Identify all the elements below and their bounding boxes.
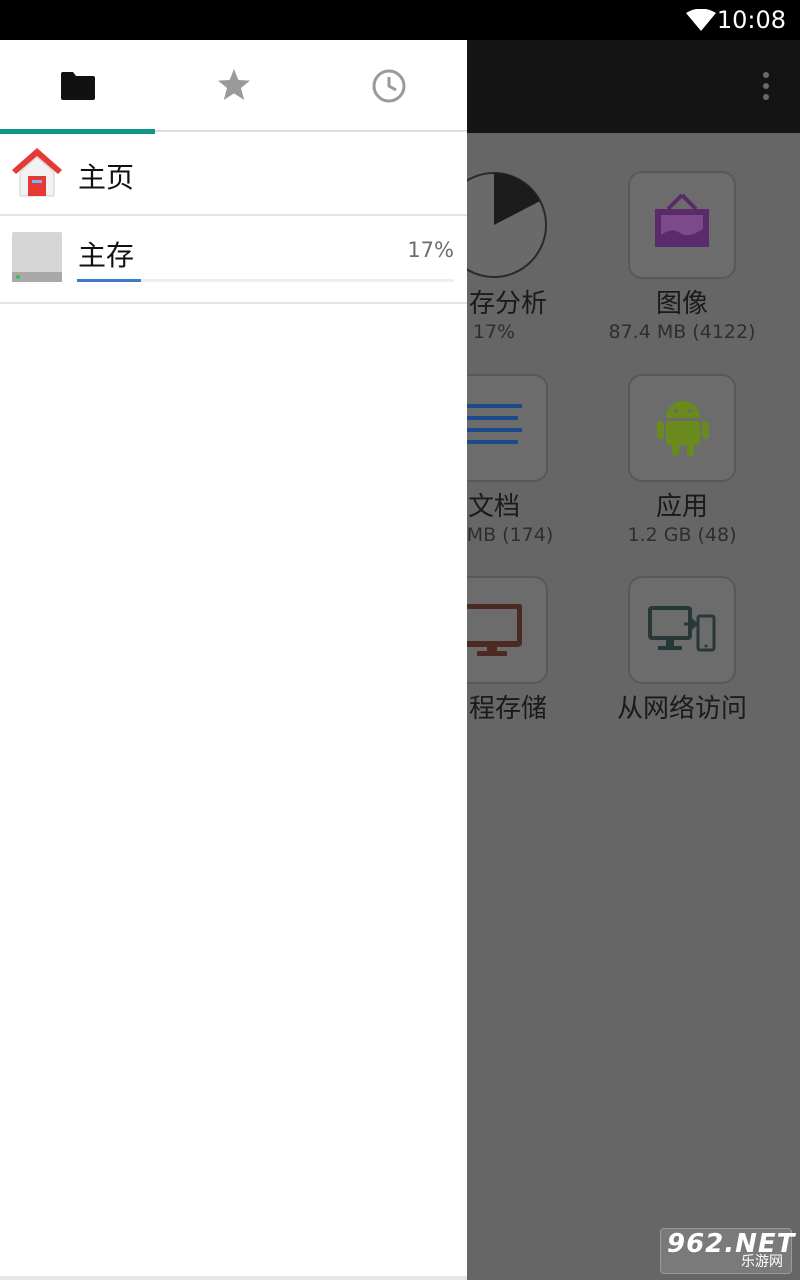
drawer-item-storage[interactable]: 主存 17% xyxy=(0,216,467,304)
apps-tile[interactable] xyxy=(628,374,736,482)
monitor-icon xyxy=(462,604,522,656)
drawer-item-home-label: 主页 xyxy=(78,161,135,194)
tile-label-network-access: 从网络访问 xyxy=(616,694,747,724)
android-icon xyxy=(657,401,709,456)
tile-sub-apps: 1.2 GB (48) xyxy=(627,524,737,546)
tile-sub-images: 87.4 MB (4122) xyxy=(608,321,756,343)
storage-percent: 17% xyxy=(407,238,454,262)
network-devices-icon xyxy=(648,606,716,652)
star-icon xyxy=(218,69,250,100)
status-time: 10:08 xyxy=(716,6,786,34)
clock-icon xyxy=(372,69,406,103)
network-access-tile[interactable] xyxy=(628,576,736,684)
drawer-tabs xyxy=(0,40,467,134)
more-options-icon[interactable] xyxy=(762,72,770,102)
watermark-bottom: 乐游网 xyxy=(741,1254,783,1270)
tab-recent[interactable] xyxy=(311,40,466,132)
tile-label-apps: 应用 xyxy=(655,492,708,522)
drawer-bottom-edge xyxy=(0,1276,467,1280)
drawer-item-storage-label: 主存 xyxy=(78,239,135,272)
drawer-item-home[interactable]: 主页 xyxy=(0,132,467,216)
tile-label-images: 图像 xyxy=(655,289,708,319)
tab-folders[interactable] xyxy=(0,40,155,134)
image-icon xyxy=(655,193,709,247)
storage-progress-fill xyxy=(77,279,142,282)
home-icon xyxy=(12,148,62,197)
watermark-logo: 962.NET 乐游网 xyxy=(660,1228,794,1274)
folder-icon xyxy=(61,72,95,100)
images-tile[interactable] xyxy=(628,171,736,279)
navigation-drawer: 主页 主存 17% xyxy=(0,40,467,1280)
storage-icon xyxy=(12,232,62,282)
status-bar: 10:08 xyxy=(0,0,800,40)
tab-favorites[interactable] xyxy=(155,40,310,132)
storage-progress-bar xyxy=(77,279,454,282)
wifi-icon xyxy=(686,9,716,31)
